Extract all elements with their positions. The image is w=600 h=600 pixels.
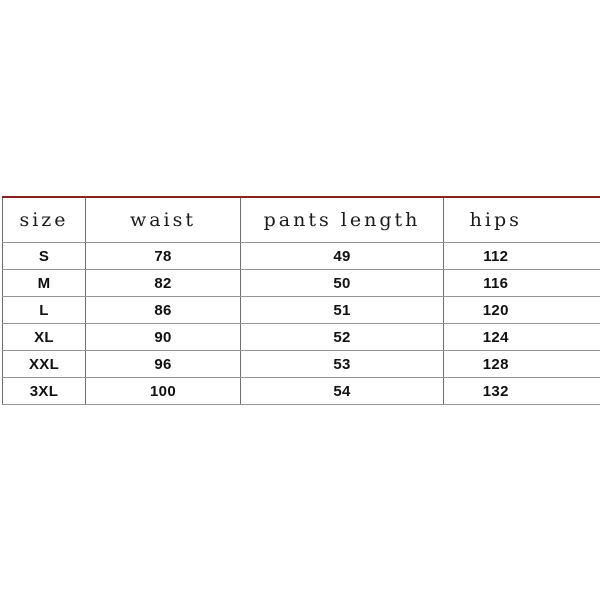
table-row: XL 90 52 124 xyxy=(2,323,600,351)
cell-hips: 124 xyxy=(443,323,600,351)
table-header: size waist pants length hips xyxy=(2,196,600,243)
table-row: L 86 51 120 xyxy=(2,296,600,324)
cell-size: XXL xyxy=(2,350,86,378)
cell-pants-length: 49 xyxy=(240,242,444,270)
cell-hips: 116 xyxy=(443,269,600,297)
cell-pants-length: 50 xyxy=(240,269,444,297)
size-chart-container: size waist pants length hips S 78 49 112… xyxy=(2,196,600,405)
cell-size: S xyxy=(2,242,86,270)
column-header-pants-length: pants length xyxy=(240,196,444,243)
cell-size: L xyxy=(2,296,86,324)
cell-pants-length: 52 xyxy=(240,323,444,351)
cell-waist: 100 xyxy=(85,377,241,405)
cell-waist: 82 xyxy=(85,269,241,297)
column-header-hips: hips xyxy=(443,196,600,243)
cell-waist: 86 xyxy=(85,296,241,324)
table-row: 3XL 100 54 132 xyxy=(2,377,600,405)
size-chart-table: size waist pants length hips S 78 49 112… xyxy=(2,196,600,405)
cell-waist: 78 xyxy=(85,242,241,270)
table-row: M 82 50 116 xyxy=(2,269,600,297)
header-row: size waist pants length hips xyxy=(2,196,600,243)
cell-hips: 120 xyxy=(443,296,600,324)
cell-waist: 96 xyxy=(85,350,241,378)
cell-waist: 90 xyxy=(85,323,241,351)
cell-pants-length: 53 xyxy=(240,350,444,378)
cell-size: XL xyxy=(2,323,86,351)
cell-hips: 132 xyxy=(443,377,600,405)
cell-pants-length: 54 xyxy=(240,377,444,405)
table-row: S 78 49 112 xyxy=(2,242,600,270)
cell-size: 3XL xyxy=(2,377,86,405)
cell-hips: 112 xyxy=(443,242,600,270)
cell-size: M xyxy=(2,269,86,297)
column-header-size: size xyxy=(2,196,86,243)
table-row: XXL 96 53 128 xyxy=(2,350,600,378)
cell-hips: 128 xyxy=(443,350,600,378)
table-body: S 78 49 112 M 82 50 116 L 86 51 120 XL 9… xyxy=(2,242,600,405)
column-header-waist: waist xyxy=(85,196,241,243)
cell-pants-length: 51 xyxy=(240,296,444,324)
